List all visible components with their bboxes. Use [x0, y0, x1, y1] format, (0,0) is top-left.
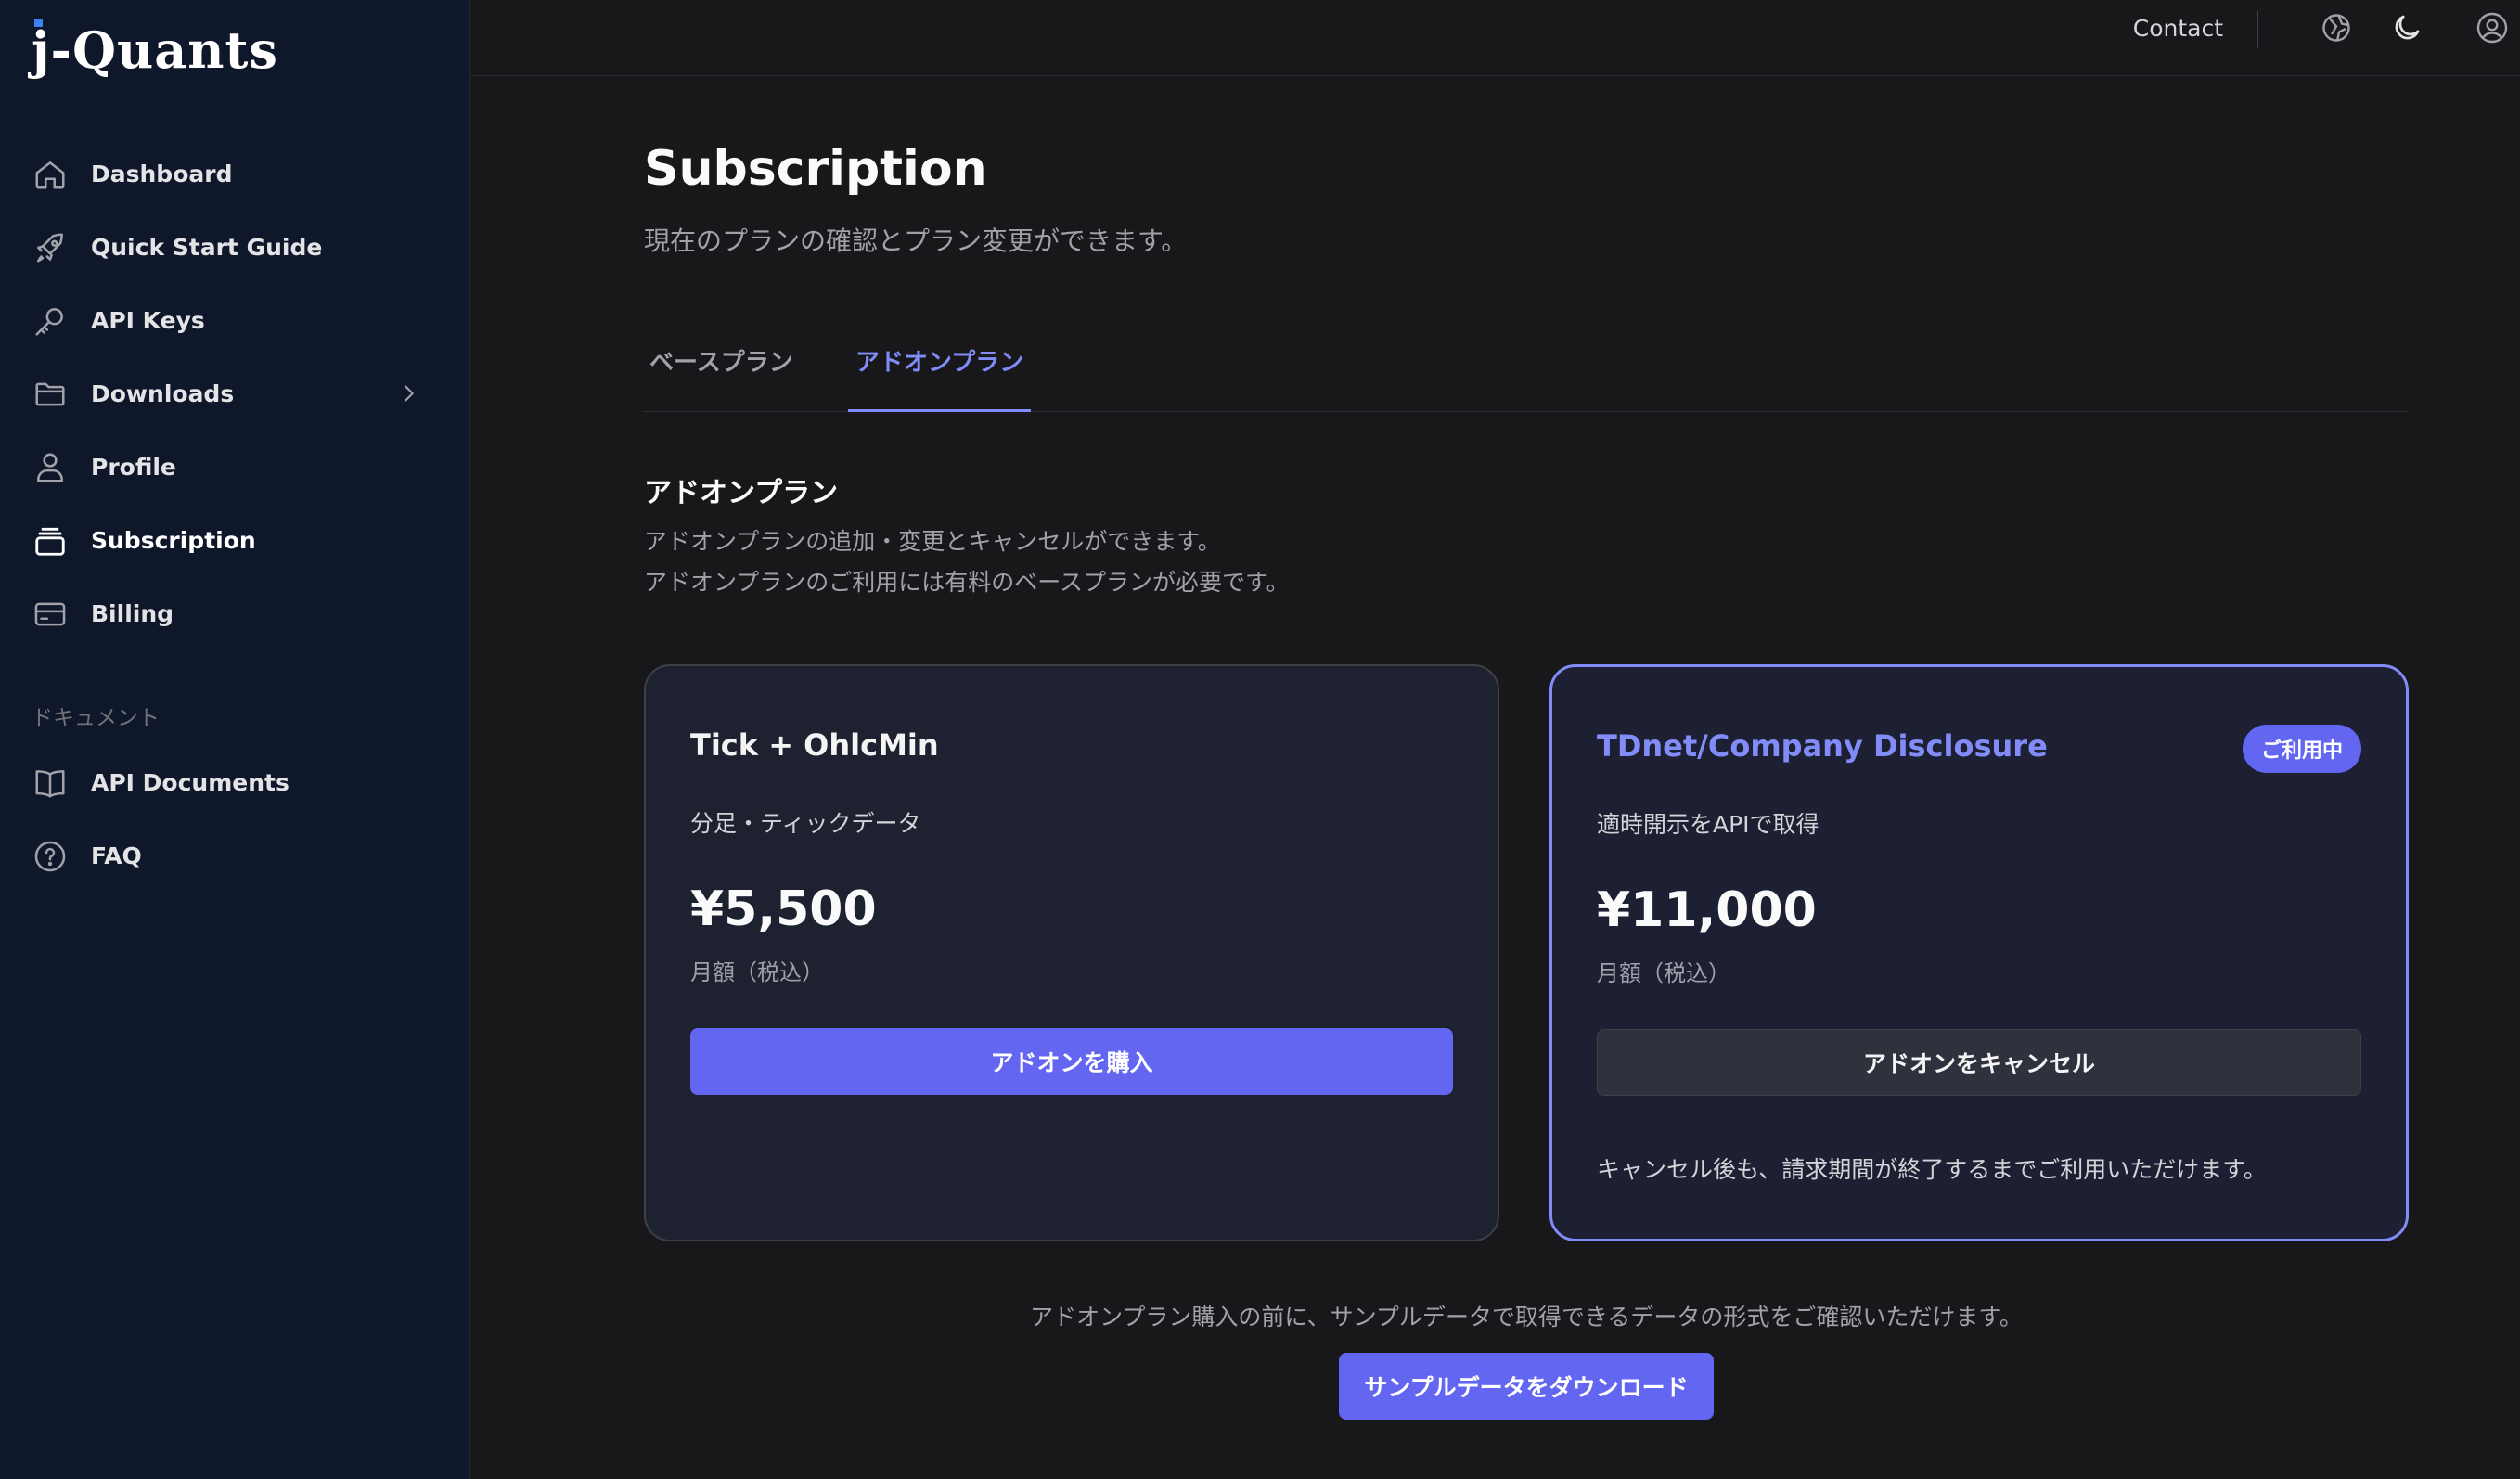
sample-data-note: アドオンプラン購入の前に、サンプルデータで取得できるデータの形式をご確認いただけ… — [1030, 1304, 2023, 1331]
chevron-right-icon[interactable] — [395, 379, 423, 407]
sidebar-item-billing[interactable]: Billing — [0, 577, 469, 650]
sidebar-item-faq[interactable]: FAQ — [0, 819, 469, 893]
sidebar-section-label: ドキュメント — [32, 706, 160, 730]
sidebar-item-label: Billing — [91, 600, 174, 627]
cancel-note: キャンセル後も、請求期間が終了するまでご利用いただけます。 — [1597, 1156, 2267, 1183]
status-badge: ご利用中 — [2242, 725, 2361, 773]
plan-name: TDnet/Company Disclosure — [1597, 728, 2048, 764]
credit-card-icon — [32, 596, 69, 633]
sidebar-item-profile[interactable]: Profile — [0, 431, 469, 504]
page-title: Subscription — [644, 141, 987, 197]
tab-addon-plan[interactable]: アドオンプラン — [848, 343, 1032, 412]
plan-card-tdnet: TDnet/Company Disclosure ご利用中 適時開示をAPIで取… — [1549, 664, 2409, 1241]
purchase-addon-button[interactable]: アドオンを購入 — [690, 1028, 1453, 1095]
download-sample-data-button[interactable]: サンプルデータをダウンロード — [1339, 1353, 1714, 1420]
section-description-requirement: アドオンプランのご利用には有料のベースプランが必要です。 — [644, 569, 1290, 596]
plan-card-tick-ohlcmin: Tick + OhlcMin 分足・ティックデータ ¥5,500 月額（税込） … — [644, 664, 1499, 1241]
sidebar-item-api-keys[interactable]: API Keys — [0, 284, 469, 357]
sidebar-item-label: Profile — [91, 454, 176, 481]
sidebar-item-quick-start-guide[interactable]: Quick Start Guide — [0, 211, 469, 284]
sidebar-item-label: API Documents — [91, 769, 289, 796]
sidebar-item-label: Downloads — [91, 380, 235, 407]
question-icon — [32, 838, 69, 875]
moon-icon[interactable] — [2390, 11, 2424, 45]
sidebar-nav: Dashboard Quick Start Guide API Keys Dow… — [0, 137, 469, 650]
section-title: アドオンプラン — [644, 477, 839, 509]
folder-icon — [32, 376, 69, 413]
plan-period: 月額（税込） — [690, 959, 824, 985]
language-icon[interactable] — [2320, 11, 2353, 45]
page-subtitle: 現在のプランの確認とプラン変更ができます。 — [644, 225, 1188, 256]
book-icon — [32, 765, 69, 802]
plan-tabs: ベースプラン アドオンプラン — [644, 332, 2409, 412]
contact-link[interactable]: Contact — [2133, 15, 2223, 42]
sidebar-item-api-documents[interactable]: API Documents — [0, 746, 469, 819]
section-description: アドオンプランの追加・変更とキャンセルができます。 — [644, 528, 1221, 555]
user-icon — [32, 449, 69, 486]
plan-period: 月額（税込） — [1597, 960, 1730, 986]
cancel-addon-button[interactable]: アドオンをキャンセル — [1597, 1029, 2361, 1096]
plan-name: Tick + OhlcMin — [690, 727, 939, 763]
plan-description: 適時開示をAPIで取得 — [1597, 811, 1819, 838]
plan-description: 分足・ティックデータ — [690, 810, 921, 837]
subscription-icon — [32, 522, 69, 559]
plan-price: ¥11,000 — [1597, 882, 1817, 938]
sidebar-item-label: Subscription — [91, 527, 256, 554]
sidebar: j-Quants Dashboard Quick Start Guide API… — [0, 0, 470, 1479]
home-icon — [32, 156, 69, 193]
sidebar-item-downloads[interactable]: Downloads — [0, 357, 469, 431]
top-bar: Contact — [471, 0, 2520, 76]
sidebar-item-label: Dashboard — [91, 161, 233, 187]
app-logo[interactable]: j-Quants — [32, 19, 278, 80]
topbar-divider — [2257, 11, 2258, 48]
sidebar-item-label: API Keys — [91, 307, 205, 334]
sidebar-item-dashboard[interactable]: Dashboard — [0, 137, 469, 211]
sidebar-item-label: Quick Start Guide — [91, 234, 323, 261]
rocket-icon — [32, 229, 69, 266]
account-icon[interactable] — [2475, 11, 2509, 45]
key-icon — [32, 302, 69, 340]
plan-price: ¥5,500 — [690, 881, 877, 937]
sidebar-item-subscription[interactable]: Subscription — [0, 504, 469, 577]
sidebar-item-label: FAQ — [91, 842, 142, 869]
tab-base-plan[interactable]: ベースプラン — [642, 343, 801, 412]
sidebar-docs-nav: API Documents FAQ — [0, 746, 469, 893]
